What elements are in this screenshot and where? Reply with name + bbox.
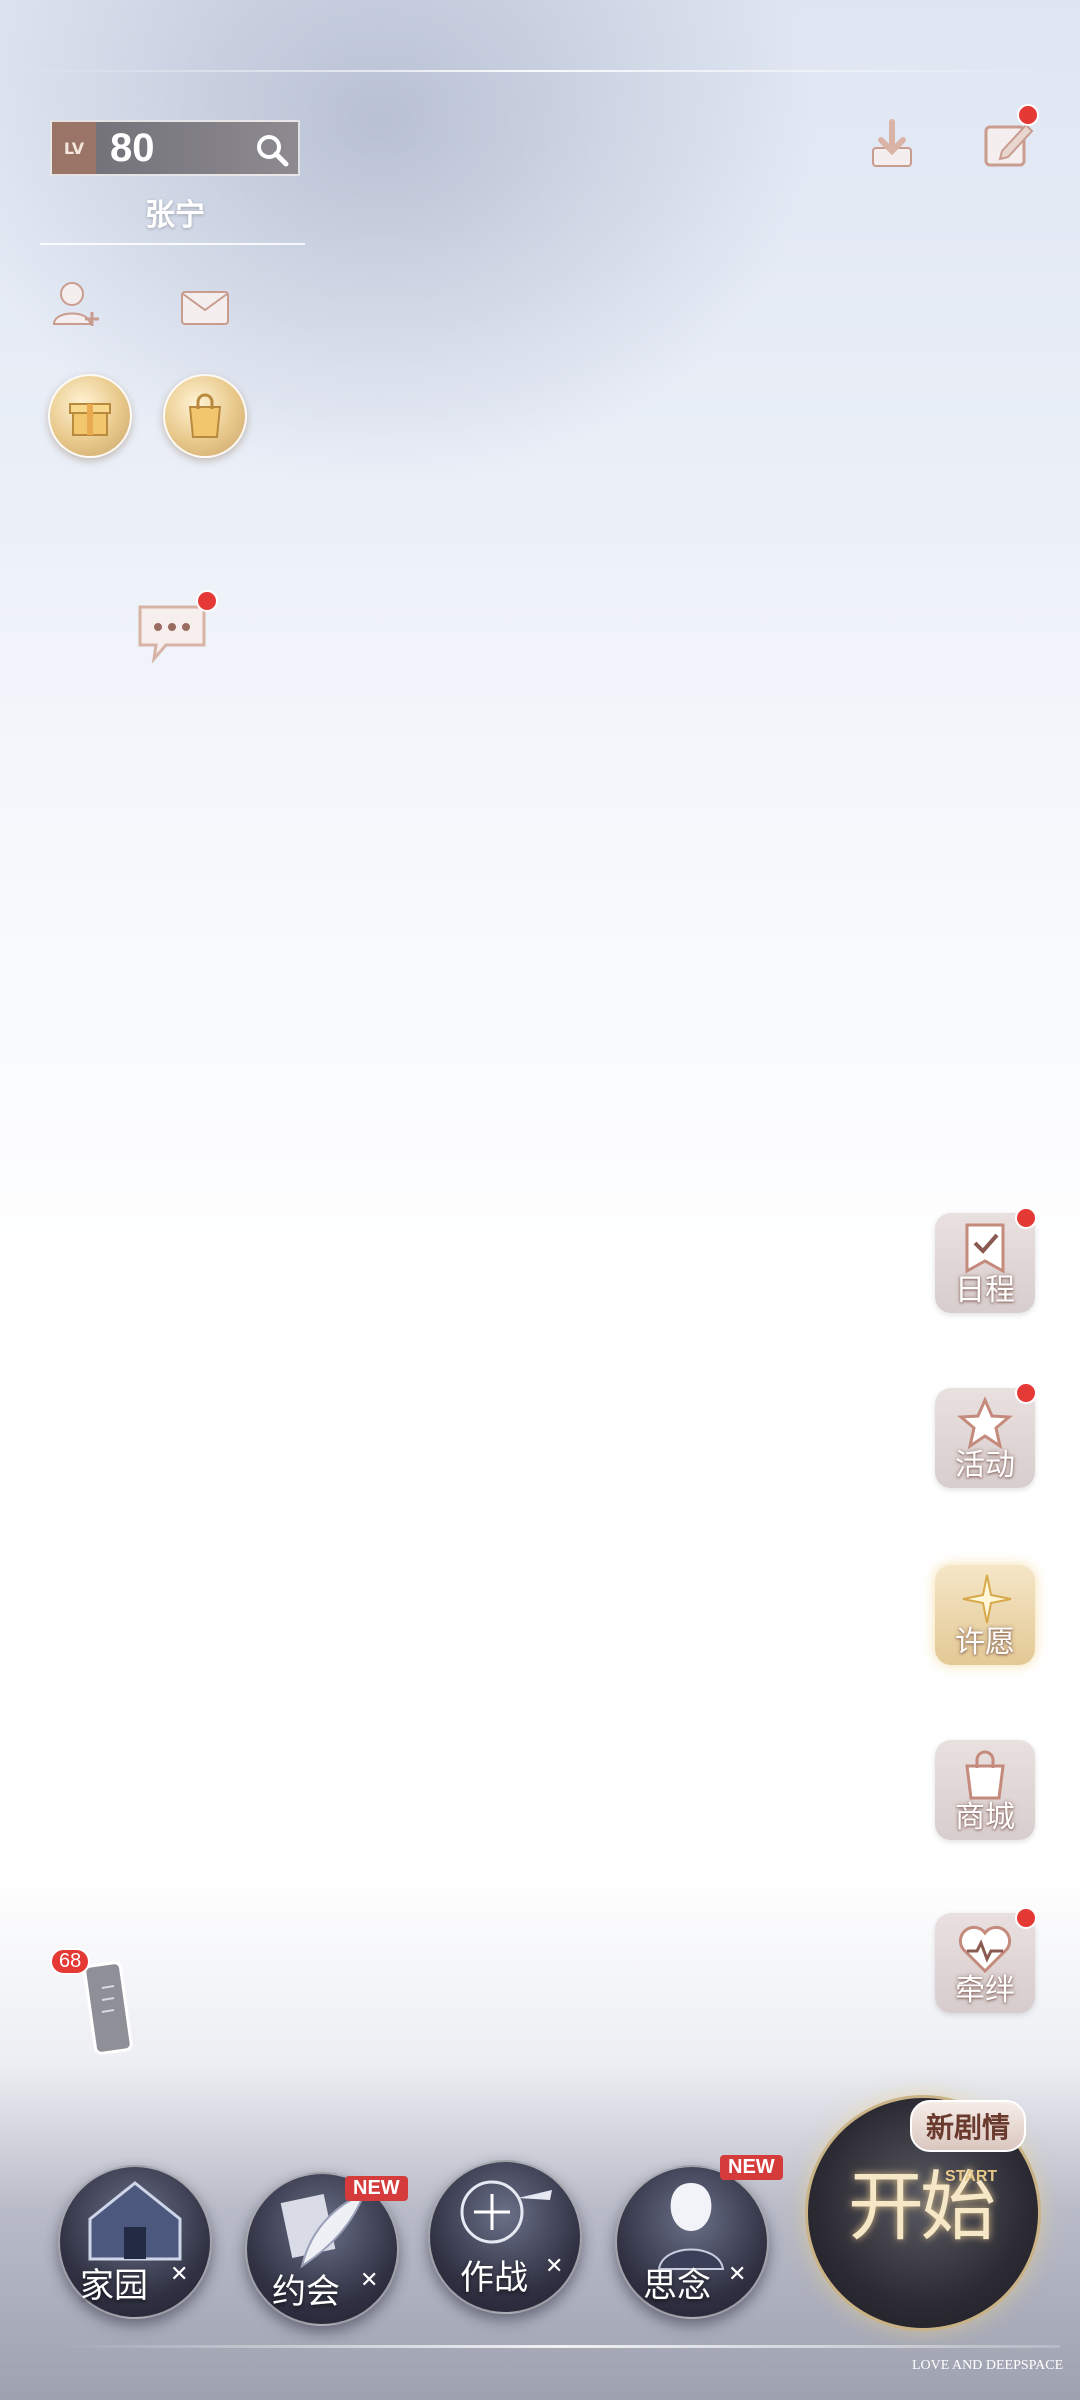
notes-red-dot: [1017, 104, 1039, 126]
side-label-event: 活动: [955, 1448, 1015, 1483]
nav-home-label: 家园: [80, 2266, 148, 2306]
side-event-button[interactable]: 活动: [935, 1382, 1037, 1488]
nav-date-label: 约会: [272, 2272, 340, 2312]
nav-date-new-tag: NEW: [345, 2176, 408, 2201]
start-en-label: START: [945, 2168, 998, 2185]
event-red-dot: [1015, 1382, 1037, 1404]
phone-badge: 68: [50, 1948, 91, 1975]
side-bond-button[interactable]: 牵绊: [935, 1907, 1037, 2013]
shopping-bag-icon: [188, 393, 222, 438]
side-label-bond: 牵绊: [955, 1973, 1015, 2008]
nav-date-sparkle-icon: ✕: [360, 2268, 379, 2293]
bond-red-dot: [1015, 1907, 1037, 1929]
name-divider: [40, 243, 305, 245]
notes-button[interactable]: [975, 104, 1041, 176]
shop-bag-button[interactable]: [163, 374, 247, 458]
side-label-shop: 商城: [955, 1800, 1015, 1835]
add-friend-icon: [52, 282, 99, 326]
gift-button[interactable]: [48, 374, 132, 458]
bottom-divider: [60, 2345, 1060, 2348]
download-button[interactable]: [862, 115, 922, 175]
side-shop-button[interactable]: 商城: [935, 1740, 1035, 1840]
nav-companion-label: 思念: [643, 2266, 711, 2306]
player-name[interactable]: 张宁: [50, 190, 300, 234]
start-label: 开始: [848, 2162, 996, 2251]
footer-brand: LOVE AND DEEPSPACE: [912, 2358, 1064, 2373]
mail-icon: [181, 291, 229, 325]
nav-home-sparkle-icon: ✕: [170, 2262, 189, 2287]
level-tag: LV: [52, 122, 96, 174]
level-search-bar[interactable]: LV 80: [50, 120, 300, 176]
top-divider: [16, 70, 1061, 72]
phone-icon: [83, 1961, 133, 2055]
mail-button[interactable]: [175, 280, 235, 336]
add-friend-button[interactable]: [45, 275, 105, 335]
new-story-badge: 新剧情: [910, 2100, 1027, 2152]
nav-battle-label: 作战: [460, 2258, 528, 2298]
crosshair-icon: [460, 2180, 552, 2244]
phone-button[interactable]: 68: [50, 1948, 136, 2058]
side-wish-button[interactable]: 许愿: [935, 1565, 1035, 1665]
chat-red-dot: [196, 590, 218, 612]
nav-battle-sparkle-icon: ✕: [545, 2254, 564, 2279]
house-icon: [88, 2181, 182, 2261]
search-icon[interactable]: [254, 132, 290, 168]
chat-button[interactable]: [132, 590, 218, 668]
chat-bubble-icon: [138, 605, 206, 664]
nav-companion-sparkle-icon: ✕: [728, 2262, 747, 2287]
nav-companion-new-tag: NEW: [720, 2155, 783, 2180]
schedule-red-dot: [1015, 1207, 1037, 1229]
side-schedule-button[interactable]: 日程: [935, 1207, 1037, 1313]
side-label-wish: 许愿: [955, 1625, 1015, 1660]
gift-icon: [69, 403, 111, 436]
player-level: 80: [110, 125, 155, 170]
download-icon: [872, 119, 912, 167]
side-label-schedule: 日程: [955, 1273, 1015, 1308]
